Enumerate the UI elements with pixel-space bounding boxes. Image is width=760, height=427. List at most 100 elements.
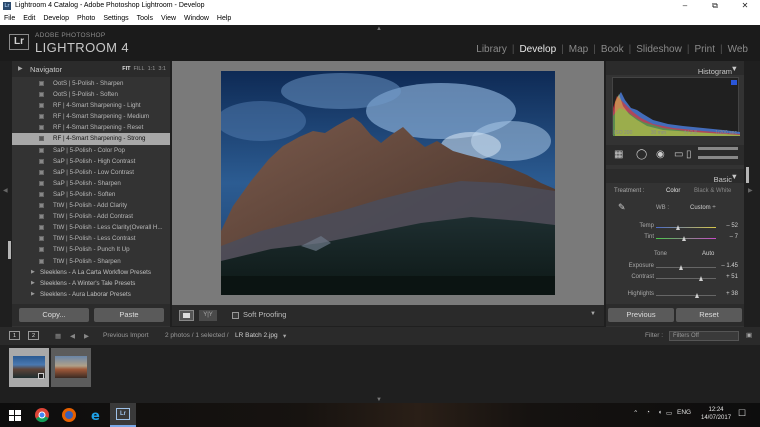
folder-expand-icon[interactable]: ▶	[31, 278, 35, 289]
filename-dropdown-icon[interactable]: ▾	[283, 332, 286, 340]
mountain-photo[interactable]	[221, 71, 555, 295]
thumbnail-1[interactable]	[9, 348, 49, 387]
folder-expand-icon[interactable]: ▶	[31, 289, 35, 300]
preset-item[interactable]: TtW | 5-Polish - Less Clarity(Overall H.…	[12, 222, 170, 233]
module-slideshow[interactable]: Slideshow	[632, 44, 686, 55]
module-develop[interactable]: Develop	[515, 44, 560, 55]
crop-tool-icon[interactable]: ▦	[614, 149, 623, 160]
module-map[interactable]: Map	[565, 44, 592, 55]
soft-proofing-checkbox[interactable]	[232, 312, 239, 319]
preset-item[interactable]: SaP | 5-Polish - Sharpen	[12, 178, 170, 189]
menu-photo[interactable]: Photo	[73, 13, 99, 25]
histogram-header[interactable]: Histogram ▼	[606, 61, 744, 76]
module-web[interactable]: Web	[724, 44, 752, 55]
forward-arrow-icon[interactable]: ▶	[84, 332, 89, 340]
minimize-button[interactable]: –	[670, 0, 700, 13]
spot-removal-tool-icon[interactable]: ◯	[636, 149, 647, 160]
tint-slider[interactable]	[656, 236, 716, 241]
lock-icon[interactable]: ▣	[746, 331, 752, 339]
temp-knob[interactable]	[676, 225, 681, 230]
lightroom-taskbar-icon[interactable]: Lr	[110, 403, 136, 427]
graduated-filter-icon[interactable]: ▭	[674, 149, 683, 160]
wb-dropdown[interactable]: Custom ÷	[690, 205, 716, 211]
radial-filter-icon[interactable]: ▯	[686, 149, 692, 160]
menu-edit[interactable]: Edit	[19, 13, 39, 25]
treatment-bw[interactable]: Black & White	[694, 188, 731, 194]
menu-tools[interactable]: Tools	[133, 13, 157, 25]
expand-triangle-icon[interactable]: ▶	[18, 65, 23, 72]
preset-folder[interactable]: ▶ Sleeklens - A La Carta Workflow Presets	[12, 267, 170, 278]
menu-window[interactable]: Window	[180, 13, 213, 25]
folder-expand-icon[interactable]: ▶	[31, 267, 35, 278]
zoom-fit[interactable]: FIT	[122, 66, 130, 72]
exposure-knob[interactable]	[678, 265, 683, 270]
navigator-header[interactable]: ▶ Navigator FIT FILL 1:1 3:1	[12, 61, 170, 77]
preset-item[interactable]: TtW | 5-Polish - Punch It Up	[12, 244, 170, 255]
second-window-button[interactable]: 2	[28, 331, 39, 340]
preset-item[interactable]: SaP | 5-Polish - Soften	[12, 189, 170, 200]
temp-value[interactable]: – 52	[726, 223, 738, 229]
highlights-value[interactable]: + 38	[726, 291, 738, 297]
chrome-icon[interactable]	[34, 407, 50, 423]
menu-help[interactable]: Help	[213, 13, 235, 25]
paste-button[interactable]: Paste	[94, 308, 164, 322]
right-panel-edge[interactable]: ▶	[744, 61, 760, 327]
firefox-icon[interactable]	[61, 407, 77, 423]
menu-file[interactable]: File	[0, 13, 19, 25]
copy-button[interactable]: Copy...	[19, 308, 89, 322]
clock[interactable]: 12:24 14/07/2017	[701, 406, 731, 422]
tint-value[interactable]: – 7	[730, 234, 738, 240]
main-window-button[interactable]: 1	[9, 331, 20, 340]
preset-item[interactable]: RF | 4-Smart Sharpening - Medium	[12, 111, 170, 122]
language-indicator[interactable]: ENG	[677, 409, 691, 416]
preset-item[interactable]: TtW | 5-Polish - Sharpen	[12, 256, 170, 267]
before-after-button[interactable]: Y|Y	[199, 310, 217, 321]
preset-item[interactable]: RF | 4-Smart Sharpening - Strong	[12, 133, 170, 145]
module-book[interactable]: Book	[597, 44, 628, 55]
exposure-value[interactable]: – 1.45	[721, 263, 738, 269]
windows-start-icon[interactable]	[7, 407, 23, 423]
treatment-color[interactable]: Color	[666, 188, 680, 194]
preset-item[interactable]: SaP | 5-Polish - Low Contrast	[12, 167, 170, 178]
auto-tone-button[interactable]: Auto	[702, 251, 714, 257]
basic-header[interactable]: Basic ▼	[606, 169, 744, 184]
zoom-fill[interactable]: FILL	[134, 66, 145, 72]
battery-icon[interactable]: ▭	[666, 409, 672, 417]
reset-button[interactable]: Reset	[676, 308, 742, 322]
back-arrow-icon[interactable]: ◀	[70, 332, 75, 340]
maximize-button[interactable]: ⧉	[700, 0, 730, 13]
exposure-slider[interactable]	[656, 265, 716, 270]
preset-item[interactable]: OotS | 5-Polish - Sharpen	[12, 78, 170, 89]
left-panel-edge[interactable]: ◀	[0, 61, 12, 327]
wb-eyedropper-icon[interactable]: ✎	[618, 202, 626, 213]
collapse-top-panel-icon[interactable]: ▲	[376, 26, 382, 32]
preset-item[interactable]: SaP | 5-Polish - High Contrast	[12, 156, 170, 167]
internet-explorer-icon[interactable]: e	[88, 407, 104, 423]
histogram-graph[interactable]	[612, 77, 740, 136]
network-icon[interactable]: ◔	[646, 409, 650, 416]
module-print[interactable]: Print	[690, 44, 719, 55]
contrast-knob[interactable]	[698, 276, 703, 281]
preset-item[interactable]: RF | 4-Smart Sharpening - Light	[12, 100, 170, 111]
preset-folder[interactable]: ▶ Sleeklens - A Winter's Tale Presets	[12, 278, 170, 289]
contrast-value[interactable]: + 51	[726, 274, 738, 280]
preset-folder[interactable]: ▶ Sleeklens - Aura Laborar Presets	[12, 289, 170, 300]
menu-develop[interactable]: Develop	[39, 13, 73, 25]
volume-icon[interactable]: ◖	[658, 409, 662, 416]
zoom-1-1[interactable]: 1:1	[148, 66, 156, 72]
preset-item[interactable]: OotS | 5-Polish - Soften	[12, 89, 170, 100]
tint-knob[interactable]	[681, 236, 686, 241]
right-scrollbar[interactable]	[746, 167, 749, 183]
temp-slider[interactable]	[656, 225, 716, 230]
previous-button[interactable]: Previous	[608, 308, 674, 322]
preset-item[interactable]: TtW | 5-Polish - Less Contrast	[12, 233, 170, 244]
loupe-view-button[interactable]	[179, 310, 194, 321]
thumbnail-2[interactable]	[51, 348, 91, 387]
filter-dropdown[interactable]: Filters Off	[669, 331, 739, 341]
preset-item[interactable]: RF | 4-Smart Sharpening - Reset	[12, 122, 170, 133]
highlights-knob[interactable]	[694, 293, 699, 298]
selected-filename[interactable]: LR Batch 2.jpg	[235, 332, 278, 339]
close-button[interactable]: ✕	[730, 0, 760, 13]
adjustment-brush-icon[interactable]	[698, 147, 738, 159]
menu-settings[interactable]: Settings	[99, 13, 132, 25]
